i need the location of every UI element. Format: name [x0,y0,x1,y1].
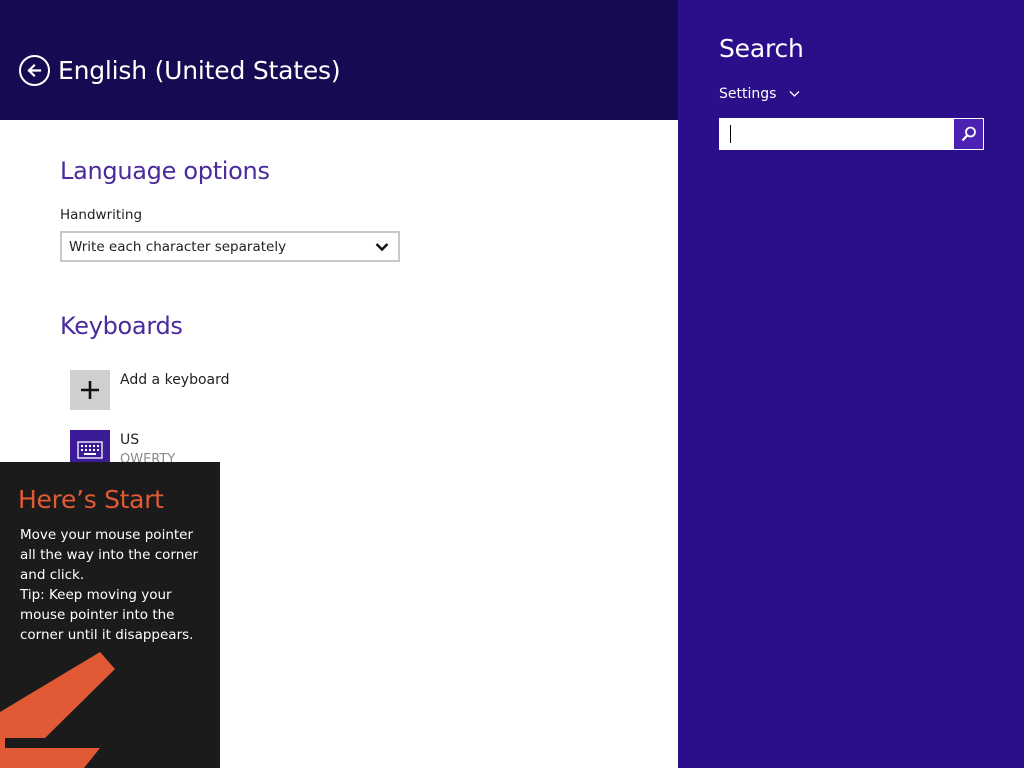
search-icon [961,126,976,142]
tip-body: Move your mouse pointer all the way into… [20,525,215,645]
page-header: English (United States) [0,0,678,120]
back-button[interactable] [19,55,50,86]
tip-line: Move your mouse pointer [20,527,194,543]
tip-line: all the way into the corner [20,547,199,563]
page-title: English (United States) [58,56,341,85]
search-input[interactable] [720,119,954,149]
corner-arrow-icon [0,652,115,768]
chevron-down-icon [375,243,389,252]
search-button[interactable] [954,119,983,149]
text-caret [730,125,731,143]
search-charm-title: Search [719,34,804,63]
tip-line: and click. [20,567,85,583]
tip-line: corner until it disappears. [20,627,194,643]
tip-line: mouse pointer into the [20,607,175,623]
search-scope-selector[interactable]: Settings [719,86,800,106]
search-charm-panel: Search Settings [678,0,1024,768]
tip-title: Here’s Start [18,485,164,514]
add-keyboard-button[interactable]: Add a keyboard [70,370,370,410]
handwriting-selected-value: Write each character separately [69,239,287,255]
start-tip-panel: Here’s Start Move your mouse pointer all… [0,462,220,768]
keyboard-icon [77,441,103,459]
language-options-heading: Language options [60,157,270,185]
add-keyboard-label: Add a keyboard [120,372,230,388]
back-arrow-icon [27,63,42,78]
handwriting-dropdown[interactable]: Write each character separately [60,231,400,262]
search-box [719,118,984,150]
search-scope-label: Settings [719,86,777,102]
add-keyboard-tile [70,370,110,410]
keyboard-name: US [120,432,140,448]
keyboards-heading: Keyboards [60,312,183,340]
tip-line: Tip: Keep moving your [20,587,172,603]
chevron-down-icon [789,91,800,97]
handwriting-label: Handwriting [60,207,143,223]
plus-icon [81,381,99,399]
